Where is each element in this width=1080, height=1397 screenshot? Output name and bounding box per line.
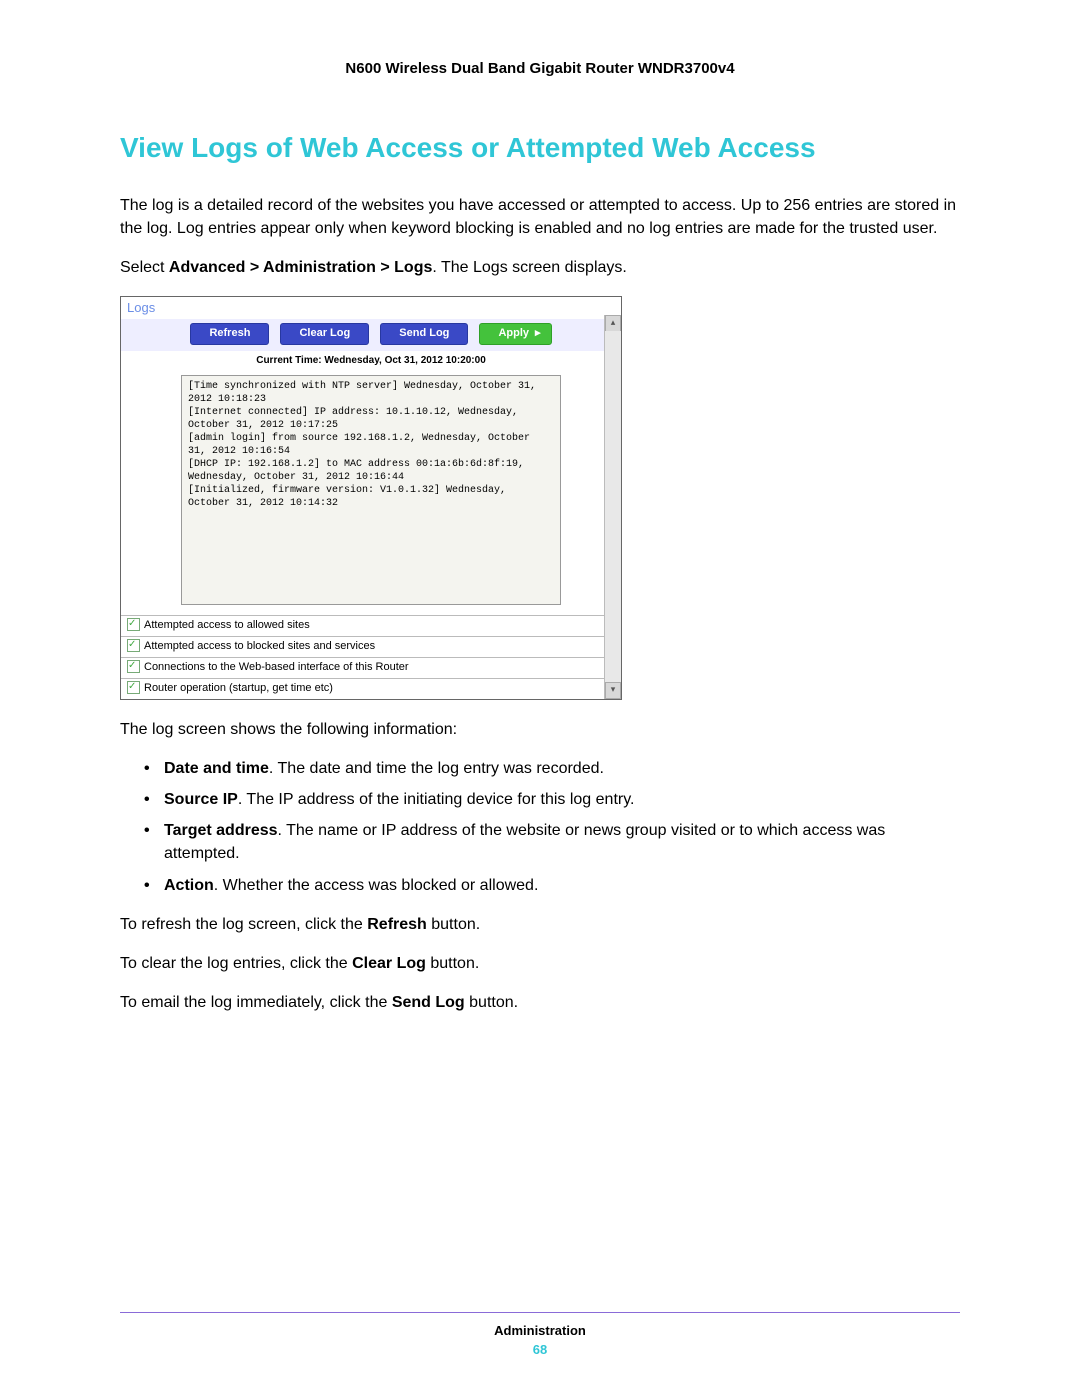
footer-section-name: Administration <box>120 1323 960 1338</box>
apply-label: Apply <box>498 327 529 339</box>
bullet-term: Target address <box>164 822 278 839</box>
navline-bold: Advanced > Administration > Logs <box>169 259 432 276</box>
right-arrow-icon: ▸ <box>535 327 541 339</box>
button-name-bold: Refresh <box>367 916 427 933</box>
send-instruction: To email the log immediately, click the … <box>120 991 960 1014</box>
bullet-desc: . Whether the access was blocked or allo… <box>214 877 539 894</box>
checkbox-icon[interactable] <box>127 618 140 631</box>
bullet-list: Date and time. The date and time the log… <box>144 757 960 897</box>
panel-title: Logs <box>121 297 621 320</box>
check-row-3: Connections to the Web-based interface o… <box>121 657 621 678</box>
scroll-down-icon[interactable]: ▾ <box>605 682 621 699</box>
nav-instruction: Select Advanced > Administration > Logs.… <box>120 256 960 279</box>
current-time-label: Current Time: Wednesday, Oct 31, 2012 10… <box>121 351 621 375</box>
checkbox-icon[interactable] <box>127 660 140 673</box>
list-item: Action. Whether the access was blocked o… <box>144 874 960 897</box>
text: button. <box>465 994 518 1011</box>
button-name-bold: Clear Log <box>352 955 426 972</box>
logs-screenshot: Logs Refresh Clear Log Send Log Apply ▸ C… <box>120 296 622 700</box>
list-item: Date and time. The date and time the log… <box>144 757 960 780</box>
list-item: Target address. The name or IP address o… <box>144 819 960 865</box>
refresh-button[interactable]: Refresh <box>190 323 269 345</box>
button-bar: Refresh Clear Log Send Log Apply ▸ <box>121 319 621 351</box>
apply-button[interactable]: Apply ▸ <box>479 323 551 345</box>
navline-pre: Select <box>120 259 169 276</box>
checkbox-icon[interactable] <box>127 639 140 652</box>
button-name-bold: Send Log <box>392 994 465 1011</box>
text: button. <box>427 916 480 933</box>
bullet-desc: . The IP address of the initiating devic… <box>238 791 635 808</box>
text: To email the log immediately, click the <box>120 994 392 1011</box>
check-row-1: Attempted access to allowed sites <box>121 615 621 636</box>
check-label: Attempted access to blocked sites and se… <box>144 640 375 652</box>
text: To refresh the log screen, click the <box>120 916 367 933</box>
page-footer: Administration 68 <box>120 1312 960 1357</box>
clear-log-button[interactable]: Clear Log <box>280 323 369 345</box>
navline-post: . The Logs screen displays. <box>432 259 626 276</box>
page-header: N600 Wireless Dual Band Gigabit Router W… <box>120 60 960 77</box>
clear-instruction: To clear the log entries, click the Clea… <box>120 952 960 975</box>
page-number: 68 <box>120 1342 960 1357</box>
checkbox-icon[interactable] <box>127 681 140 694</box>
section-heading: View Logs of Web Access or Attempted Web… <box>120 132 960 164</box>
refresh-instruction: To refresh the log screen, click the Ref… <box>120 913 960 936</box>
text: button. <box>426 955 479 972</box>
after-screenshot-text: The log screen shows the following infor… <box>120 718 960 741</box>
bullet-term: Source IP <box>164 791 238 808</box>
send-log-button[interactable]: Send Log <box>380 323 468 345</box>
check-row-2: Attempted access to blocked sites and se… <box>121 636 621 657</box>
scroll-up-icon[interactable]: ▴ <box>605 315 621 331</box>
bullet-desc: . The date and time the log entry was re… <box>269 760 604 777</box>
intro-paragraph: The log is a detailed record of the webs… <box>120 194 960 240</box>
check-label: Connections to the Web-based interface o… <box>144 661 409 673</box>
check-label: Attempted access to allowed sites <box>144 619 310 631</box>
bullet-term: Date and time <box>164 760 269 777</box>
check-row-4: Router operation (startup, get time etc) <box>121 678 621 699</box>
log-textarea[interactable]: [Time synchronized with NTP server] Wedn… <box>181 375 561 605</box>
bullet-term: Action <box>164 877 214 894</box>
list-item: Source IP. The IP address of the initiat… <box>144 788 960 811</box>
check-label: Router operation (startup, get time etc) <box>144 682 333 694</box>
footer-divider <box>120 1312 960 1313</box>
text: To clear the log entries, click the <box>120 955 352 972</box>
vertical-scrollbar[interactable]: ▴ ▾ <box>604 315 621 699</box>
